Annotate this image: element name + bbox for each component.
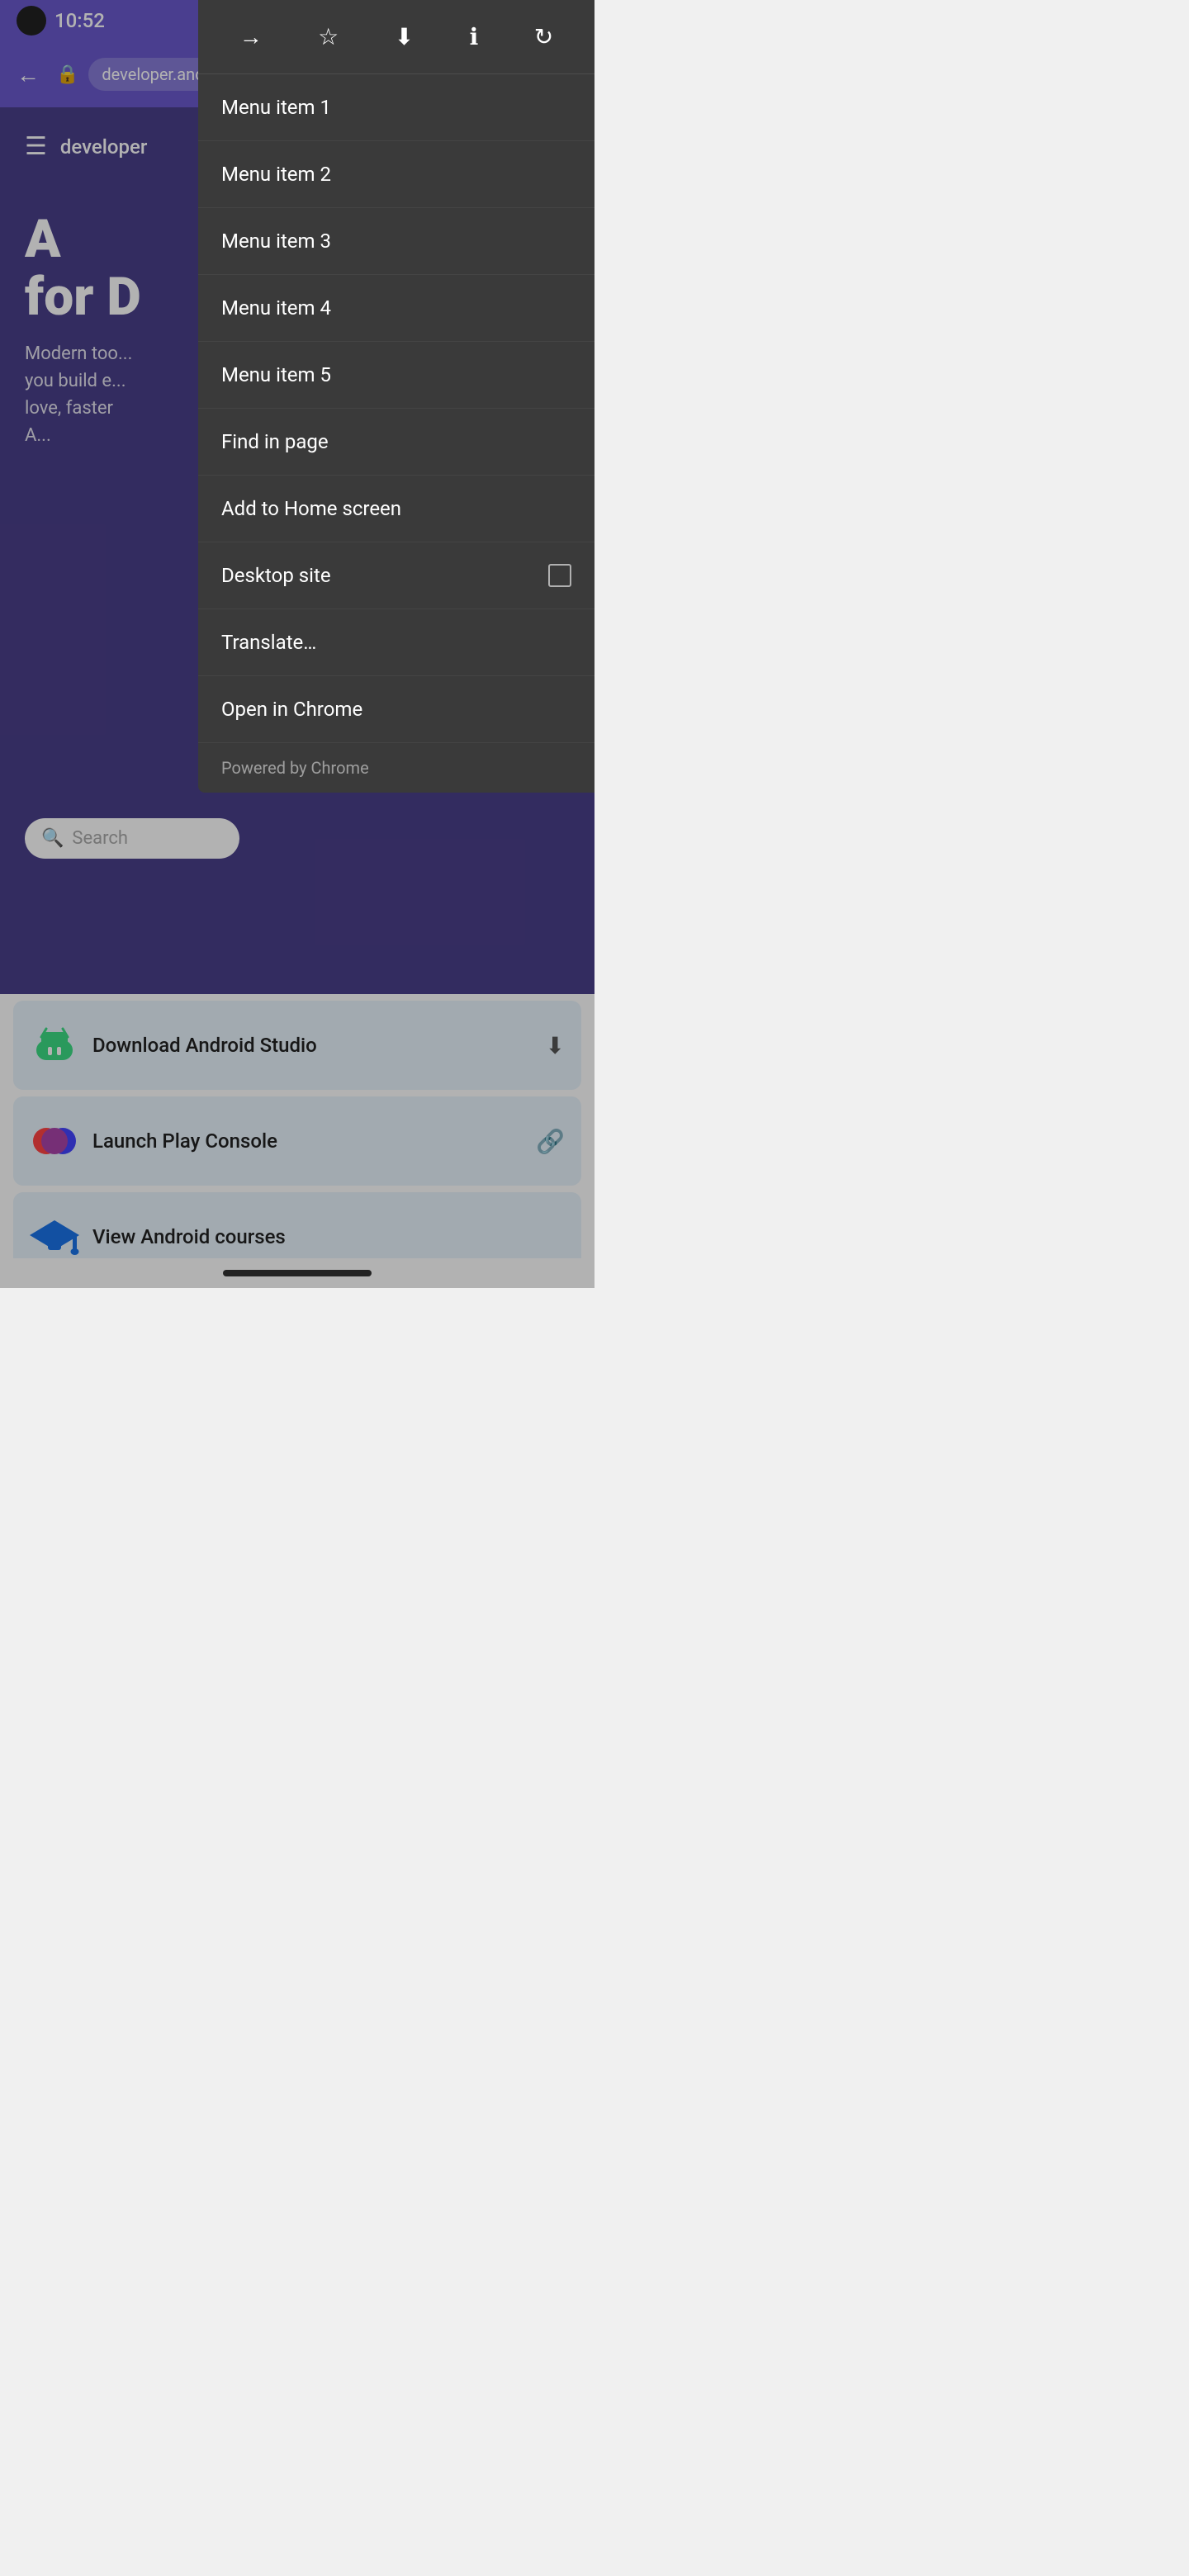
refresh-button[interactable]: ↻	[528, 17, 560, 57]
dropdown-menu: → ☆ ⬇ ℹ ↻ Menu item 1 Menu item 2 Menu i…	[198, 0, 594, 793]
translate-item[interactable]: Translate…	[198, 609, 594, 676]
menu-item-5[interactable]: Menu item 5	[198, 342, 594, 409]
menu-item-2[interactable]: Menu item 2	[198, 141, 594, 208]
find-in-page-item[interactable]: Find in page	[198, 409, 594, 476]
open-in-chrome-item[interactable]: Open in Chrome	[198, 676, 594, 743]
download-button[interactable]: ⬇	[388, 17, 420, 57]
menu-toolbar: → ☆ ⬇ ℹ ↻	[198, 0, 594, 74]
menu-footer: Powered by Chrome	[198, 743, 594, 793]
info-button[interactable]: ℹ	[463, 17, 486, 57]
desktop-site-checkbox[interactable]	[548, 564, 571, 587]
menu-item-3[interactable]: Menu item 3	[198, 208, 594, 275]
desktop-site-item[interactable]: Desktop site	[198, 542, 594, 609]
bookmark-button[interactable]: ☆	[311, 17, 345, 57]
add-to-home-screen-item[interactable]: Add to Home screen	[198, 476, 594, 542]
forward-button[interactable]: →	[233, 17, 269, 57]
menu-item-1[interactable]: Menu item 1	[198, 74, 594, 141]
menu-item-4[interactable]: Menu item 4	[198, 275, 594, 342]
